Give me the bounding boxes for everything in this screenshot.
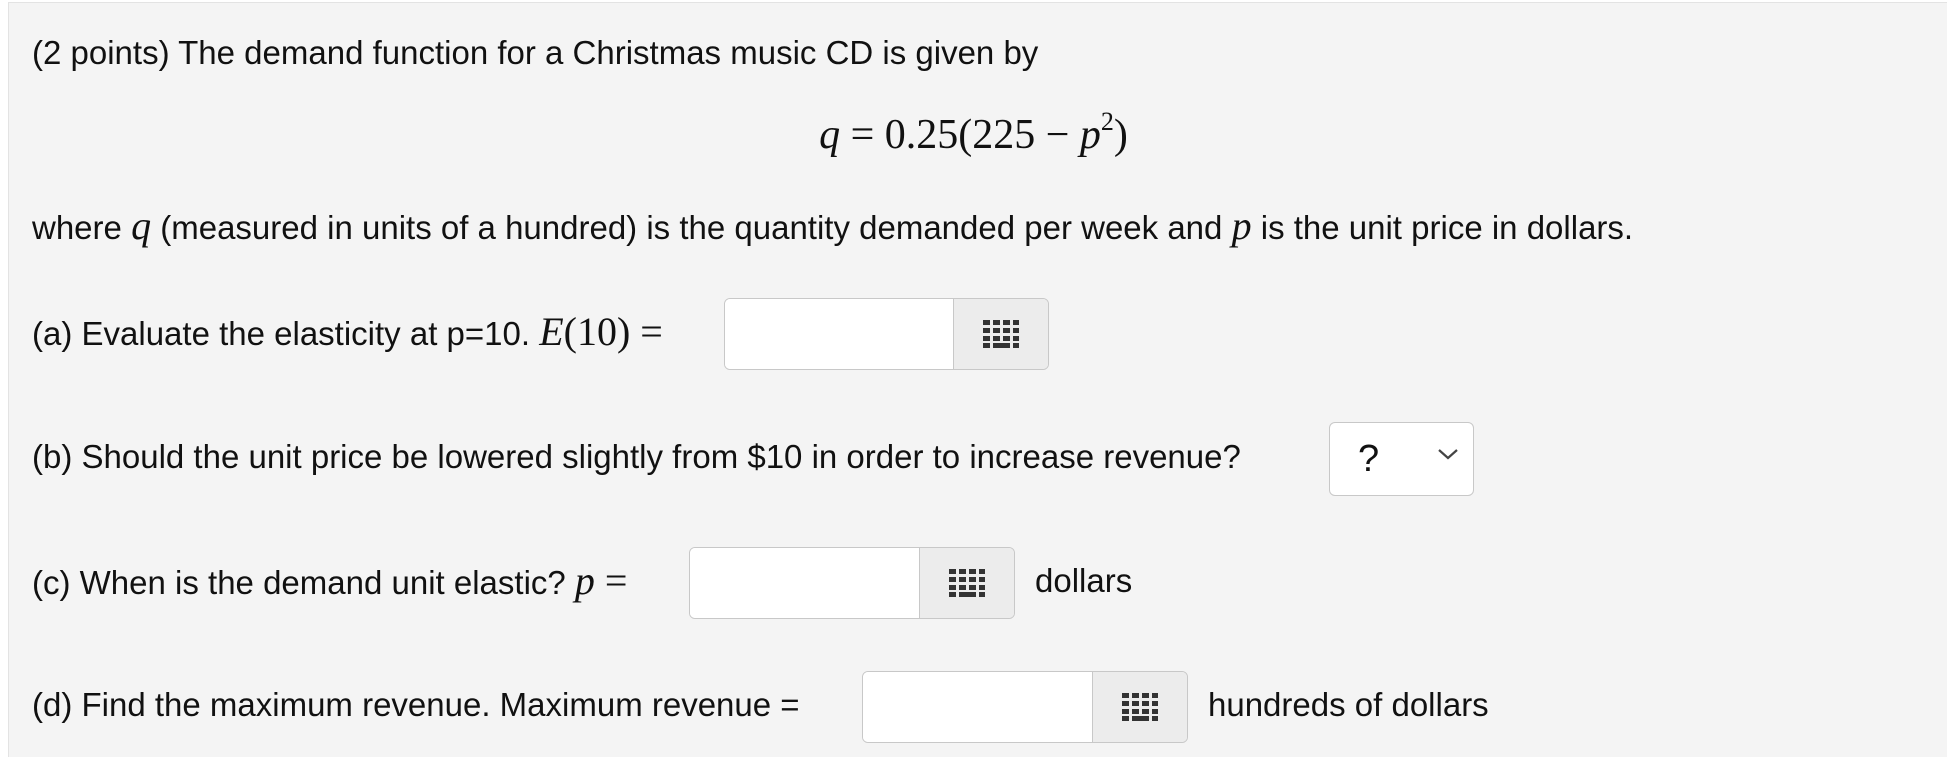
demand-formula: q = 0.25(225 − p2): [0, 107, 1947, 160]
formula-body: = 0.25(225 −: [840, 112, 1080, 158]
part-d-answer-box: [862, 671, 1188, 743]
formula-q: q: [819, 112, 841, 158]
part-c-unit: dollars: [1035, 562, 1133, 599]
formula-close: ): [1113, 112, 1128, 158]
part-c-answer-input[interactable]: [690, 548, 919, 618]
part-a-label: (a) Evaluate the elasticity at p=10.: [32, 315, 540, 352]
where-var-p: p: [1231, 203, 1252, 248]
keypad-grid-icon: [1122, 693, 1158, 721]
keypad-grid-icon: [949, 569, 985, 597]
part-d-answer-input[interactable]: [863, 672, 1092, 742]
part-a-keypad-button[interactable]: [953, 299, 1048, 369]
part-c-answer-box: [689, 547, 1015, 619]
where-text-3: is the unit price in dollars.: [1251, 209, 1634, 246]
part-c-math-var: p: [574, 558, 595, 603]
part-a-math-fn: E: [539, 309, 564, 354]
part-c-question: (c) When is the demand unit elastic? p =: [32, 561, 627, 603]
part-b-label: (b) Should the unit price be lowered sli…: [32, 438, 1241, 475]
part-b-select-value: ?: [1358, 437, 1380, 480]
part-d-keypad-button[interactable]: [1092, 672, 1187, 742]
where-text-2: (measured in units of a hundred) is the …: [151, 209, 1232, 246]
part-c-keypad-button[interactable]: [919, 548, 1014, 618]
part-a-answer-input[interactable]: [725, 299, 953, 369]
keypad-grid-icon: [983, 320, 1019, 348]
part-a-math-eq: =: [630, 309, 663, 354]
part-a-answer-box: [724, 298, 1049, 370]
where-text-1: where: [32, 209, 132, 246]
where-sentence: where q (measured in units of a hundred)…: [32, 206, 1633, 248]
part-d-label: (d) Find the maximum revenue. Maximum re…: [32, 686, 800, 723]
where-var-q: q: [131, 203, 152, 248]
part-c-math-eq: =: [594, 558, 628, 603]
part-a-question: (a) Evaluate the elasticity at p=10. E(1…: [32, 312, 663, 354]
part-d-unit: hundreds of dollars: [1208, 686, 1489, 723]
part-a-math-arg: (10): [563, 309, 631, 354]
formula-exponent: 2: [1100, 107, 1114, 136]
part-c-label: (c) When is the demand unit elastic?: [32, 564, 575, 601]
part-b-select[interactable]: ?: [1329, 422, 1474, 496]
formula-p: p: [1079, 112, 1101, 158]
chevron-down-icon: [1438, 449, 1458, 460]
problem-intro: (2 points) The demand function for a Chr…: [32, 34, 1039, 71]
